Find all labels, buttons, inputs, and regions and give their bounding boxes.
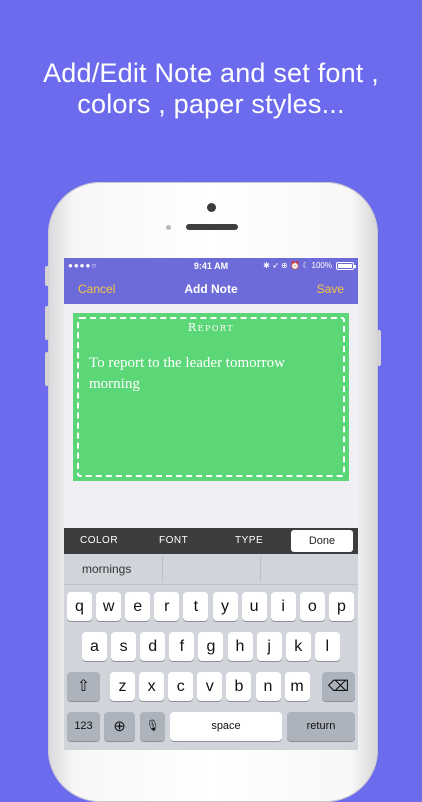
color-tab[interactable]: COLOR	[80, 535, 118, 546]
note-title[interactable]: Report	[73, 321, 349, 334]
power-button	[377, 330, 381, 366]
key-b[interactable]: b	[226, 672, 252, 701]
format-toolbar: COLOR FONT TYPE Done	[64, 528, 358, 554]
suggestion-divider	[260, 556, 261, 582]
front-camera	[207, 203, 216, 212]
microphone-icon[interactable]: 🎙	[140, 712, 165, 741]
globe-icon[interactable]: ⊕	[104, 712, 135, 741]
volume-down-button	[45, 352, 49, 386]
key-l[interactable]: l	[314, 632, 340, 661]
key-q[interactable]: q	[67, 592, 92, 621]
done-button[interactable]: Done	[291, 530, 353, 552]
suggestion-divider	[162, 556, 163, 582]
proximity-sensor	[166, 225, 171, 230]
battery-icon	[336, 262, 356, 270]
mute-switch	[45, 266, 49, 286]
space-key[interactable]: space	[170, 712, 282, 741]
key-j[interactable]: j	[256, 632, 282, 661]
key-y[interactable]: y	[212, 592, 238, 621]
key-z[interactable]: z	[110, 672, 135, 701]
earpiece-speaker	[186, 224, 238, 230]
font-tab[interactable]: FONT	[159, 535, 188, 546]
shift-key[interactable]: ⇧	[67, 672, 100, 701]
key-i[interactable]: i	[270, 592, 296, 621]
key-o[interactable]: o	[299, 592, 325, 621]
return-key[interactable]: return	[287, 712, 355, 741]
key-g[interactable]: g	[198, 632, 224, 661]
promo-headline: Add/Edit Note and set font , colors , pa…	[0, 58, 422, 120]
phone-screen: ●●●●○ 9:41 AM ✱ ➶ ⊕ ⏰ ☾ 100% Cancel Add …	[64, 258, 358, 750]
note-card[interactable]: Report To report to the leader tomorrow …	[73, 313, 349, 481]
navigation-bar: Cancel Add Note Save	[64, 274, 358, 304]
key-n[interactable]: n	[255, 672, 281, 701]
key-d[interactable]: d	[140, 632, 166, 661]
status-bar: ●●●●○ 9:41 AM ✱ ➶ ⊕ ⏰ ☾ 100%	[64, 258, 358, 274]
save-button[interactable]: Save	[317, 282, 344, 296]
keyboard: mornings q w e r t y u i o p a s d f g h j k l ⇧ z x c v b n m ⌫ 123…	[64, 554, 358, 750]
key-m[interactable]: m	[284, 672, 310, 701]
page-title: Add Note	[184, 282, 238, 296]
key-r[interactable]: r	[154, 592, 180, 621]
note-editor-area: Report To report to the leader tomorrow …	[64, 304, 358, 528]
headline-line-2: colors , paper styles...	[77, 89, 345, 119]
key-k[interactable]: k	[285, 632, 311, 661]
key-x[interactable]: x	[139, 672, 165, 701]
status-right-indicators: ✱ ➶ ⊕ ⏰ ☾ 100%	[263, 261, 332, 270]
key-t[interactable]: t	[183, 592, 209, 621]
key-f[interactable]: f	[169, 632, 195, 661]
suggestion-word[interactable]: mornings	[82, 562, 131, 576]
predictive-bar: mornings	[64, 554, 358, 585]
key-v[interactable]: v	[197, 672, 223, 701]
key-h[interactable]: h	[227, 632, 253, 661]
key-u[interactable]: u	[241, 592, 267, 621]
key-c[interactable]: c	[168, 672, 194, 701]
key-a[interactable]: a	[82, 632, 107, 661]
numbers-key[interactable]: 123	[67, 712, 100, 741]
note-body-text[interactable]: To report to the leader tomorrow morning	[89, 353, 339, 395]
key-p[interactable]: p	[328, 592, 354, 621]
key-w[interactable]: w	[96, 592, 122, 621]
backspace-key[interactable]: ⌫	[322, 672, 355, 701]
key-e[interactable]: e	[125, 592, 151, 621]
note-dashed-border	[77, 317, 345, 477]
type-tab[interactable]: TYPE	[235, 535, 263, 546]
volume-up-button	[45, 306, 49, 340]
key-s[interactable]: s	[111, 632, 137, 661]
headline-line-1: Add/Edit Note and set font ,	[43, 58, 379, 88]
